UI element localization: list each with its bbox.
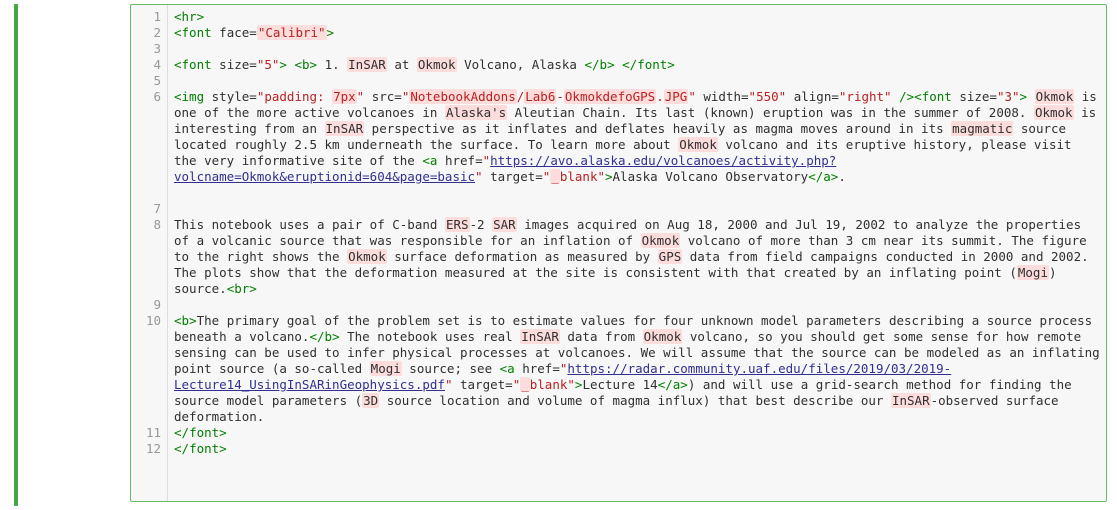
code-editor[interactable]: 1 2 3 4 5 6 7 8 9 10 11 12 <hr> <font fa… — [130, 4, 1107, 502]
code-line[interactable]: This notebook uses a pair of C-band ERS-… — [174, 217, 1100, 297]
line-number: 12 — [131, 441, 161, 457]
code-line[interactable]: <font face="Calibri"> — [174, 25, 1100, 41]
line-number: 10 — [131, 313, 161, 425]
code-line[interactable] — [174, 41, 1100, 57]
line-number: 5 — [131, 73, 161, 89]
code-cell: 1 2 3 4 5 6 7 8 9 10 11 12 <hr> <font fa… — [0, 0, 1117, 510]
code-line[interactable]: <b>The primary goal of the problem set i… — [174, 313, 1100, 425]
line-number: 8 — [131, 217, 161, 297]
code-line[interactable]: </font> — [174, 441, 1100, 457]
line-number: 7 — [131, 201, 161, 217]
line-number: 2 — [131, 25, 161, 41]
cell-selection-indicator — [14, 4, 18, 506]
line-number: 9 — [131, 297, 161, 313]
code-line[interactable] — [174, 201, 1100, 217]
line-number: 4 — [131, 57, 161, 73]
line-number: 6 — [131, 89, 161, 201]
code-line[interactable]: <img style="padding: 7px" src="NotebookA… — [174, 89, 1100, 201]
code-line[interactable] — [174, 297, 1100, 313]
code-line[interactable]: <hr> — [174, 9, 1100, 25]
line-gutter: 1 2 3 4 5 6 7 8 9 10 11 12 — [131, 5, 168, 501]
line-number: 3 — [131, 41, 161, 57]
code-line[interactable]: </font> — [174, 425, 1100, 441]
line-number: 1 — [131, 9, 161, 25]
code-line[interactable] — [174, 73, 1100, 89]
code-lines[interactable]: <hr> <font face="Calibri"> <font size="5… — [168, 5, 1106, 501]
code-line[interactable]: <font size="5"> <b> 1. InSAR at Okmok Vo… — [174, 57, 1100, 73]
line-number: 11 — [131, 425, 161, 441]
